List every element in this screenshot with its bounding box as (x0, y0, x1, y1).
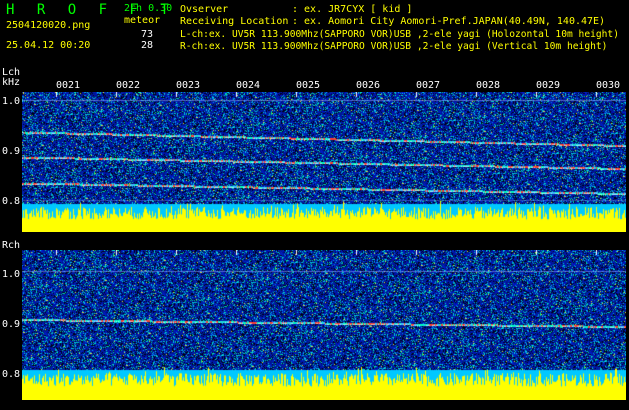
rch-ylabel-3: 0.8 (2, 369, 21, 380)
rch-ylabel-2: 0.9 (2, 319, 21, 330)
event-count-rch: 28 (141, 40, 154, 51)
lch-ylabel-1: 1.0 (2, 96, 21, 107)
lch-unit: kHz (2, 77, 21, 88)
rch-title: Rch (2, 240, 21, 251)
time-label: 0027 (416, 80, 441, 91)
time-label: 0028 (476, 80, 501, 91)
time-label: 0023 (176, 80, 201, 91)
hrofft-screen: H R O F F T 2ch 0.30 2504120020.png mete… (0, 0, 629, 410)
time-label: 0021 (56, 80, 81, 91)
time-label: 0024 (236, 80, 261, 91)
lch-spectrogram (22, 92, 626, 232)
lch-ylabel-2: 0.9 (2, 146, 21, 157)
time-label: 0030 (596, 80, 621, 91)
event-count-lch: 73 (141, 29, 154, 40)
file-name: 2504120020.png (6, 20, 91, 31)
lch-receiver-info: L-ch:ex. UV5R 113.900Mhz(SAPPORO VOR)USB… (180, 29, 619, 40)
mode-label: 2ch 0.30 (124, 3, 173, 14)
time-label: 0026 (356, 80, 381, 91)
lch-ylabel-3: 0.8 (2, 196, 21, 207)
observer-label: Ovserver (180, 4, 229, 15)
capture-datetime: 25.04.12 00:20 (6, 40, 91, 51)
rch-spectrogram (22, 250, 626, 400)
time-label: 0025 (296, 80, 321, 91)
time-label: 0029 (536, 80, 561, 91)
event-label: meteor (124, 15, 161, 26)
location-value: : ex. Aomori City Aomori-Pref.JAPAN(40.4… (292, 16, 606, 27)
location-label: Receiving Location (180, 16, 289, 27)
time-label: 0022 (116, 80, 141, 91)
rch-ylabel-1: 1.0 (2, 269, 21, 280)
observer-value: : ex. JR7CYX [ kid ] (292, 4, 413, 15)
rch-receiver-info: R-ch:ex. UV5R 113.900Mhz(SAPPORO VOR)USB… (180, 41, 608, 52)
